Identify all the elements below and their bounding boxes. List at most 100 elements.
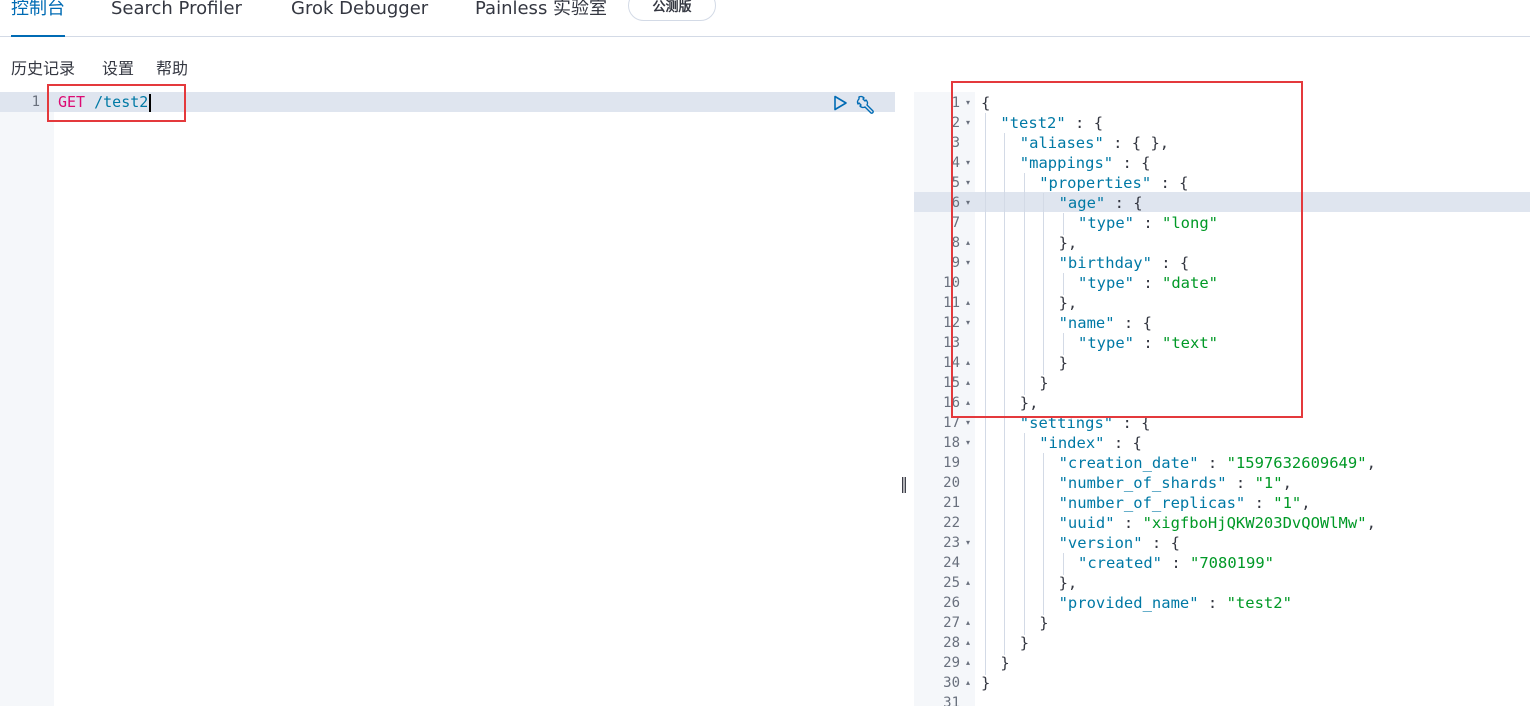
fold-close-icon[interactable]: ▴ (963, 633, 973, 653)
tab-painless-lab[interactable]: Painless 实验室 (475, 0, 607, 36)
response-line: 12 ▾ "name" : { (914, 313, 1530, 333)
response-line-number: 6 (951, 195, 960, 211)
json-punctuation: : (1114, 514, 1143, 532)
request-line[interactable]: GET /test2 (58, 92, 152, 112)
json-key: "uuid" (1058, 514, 1115, 532)
fold-close-icon[interactable]: ▴ (963, 573, 973, 593)
fold-close-icon[interactable]: ▴ (963, 613, 973, 633)
beta-badge: 公测版 (628, 0, 716, 21)
fold-close-icon[interactable]: ▴ (963, 293, 973, 313)
json-key: "index" (1039, 434, 1105, 452)
response-line-number: 12 (943, 315, 960, 331)
response-line-number: 2 (951, 115, 960, 131)
json-punctuation: } (981, 674, 991, 692)
json-punctuation: : (1245, 494, 1274, 512)
json-punctuation: , (1282, 474, 1292, 492)
json-punctuation: : { (1113, 154, 1151, 172)
fold-close-icon[interactable]: ▴ (963, 673, 973, 693)
json-string: "test2" (1226, 594, 1292, 612)
json-key: "created" (1078, 554, 1162, 572)
json-string: "date" (1162, 274, 1218, 292)
play-icon[interactable] (831, 94, 849, 112)
tab-grok-debugger[interactable]: Grok Debugger (291, 0, 428, 36)
fold-close-icon[interactable]: ▴ (963, 353, 973, 373)
fold-open-icon[interactable]: ▾ (963, 93, 973, 113)
json-key: "properties" (1039, 174, 1152, 192)
json-punctuation: }, (1019, 394, 1039, 412)
fold-open-icon[interactable]: ▾ (963, 173, 973, 193)
response-code: } (1000, 653, 1009, 673)
response-line-number: 18 (943, 435, 960, 451)
json-key: "name" (1058, 314, 1115, 332)
response-line-number: 17 (943, 415, 960, 431)
response-line: 22 "uuid" : "xigfboHjQKW203DvQOWlMw", (914, 513, 1530, 533)
response-code: "version" : { (1059, 533, 1180, 553)
response-line-number: 19 (943, 455, 960, 471)
response-line-number: 9 (951, 255, 960, 271)
json-punctuation: : (1134, 214, 1162, 232)
response-code: "uuid" : "xigfboHjQKW203DvQOWlMw", (1059, 513, 1376, 533)
json-punctuation: : { }, (1103, 134, 1170, 152)
json-key: "number_of_replicas" (1058, 494, 1246, 512)
fold-close-icon[interactable]: ▴ (963, 233, 973, 253)
fold-close-icon[interactable]: ▴ (963, 373, 973, 393)
json-punctuation: : (1162, 554, 1190, 572)
response-line-number: 27 (943, 615, 960, 631)
response-code: { (981, 93, 990, 113)
response-viewer[interactable]: 1 ▾{2 ▾ "test2" : {3 "aliases" : { }, 4 ▾ "mapp… (914, 92, 1530, 706)
fold-open-icon[interactable]: ▾ (963, 433, 973, 453)
request-path: /test2 (94, 93, 149, 111)
help-link[interactable]: 帮助 (156, 58, 188, 80)
response-line-number: 1 (951, 95, 960, 111)
response-line: 26 "provided_name" : "test2" (914, 593, 1530, 613)
history-link[interactable]: 历史记录 (11, 58, 75, 80)
fold-open-icon[interactable]: ▾ (963, 413, 973, 433)
json-string: "7080199" (1190, 554, 1274, 572)
response-code: "index" : { (1039, 433, 1142, 453)
response-line: 20 "number_of_shards" : "1", (914, 473, 1530, 493)
json-key: "test2" (1000, 114, 1066, 132)
response-code: } (1020, 633, 1029, 653)
response-code: }, (1059, 573, 1078, 593)
fold-open-icon[interactable]: ▾ (963, 253, 973, 273)
settings-link[interactable]: 设置 (102, 58, 134, 80)
tab-search-profiler[interactable]: Search Profiler (111, 0, 242, 36)
response-code: "settings" : { (1020, 413, 1151, 433)
response-line-number: 21 (943, 495, 960, 511)
fold-open-icon[interactable]: ▾ (963, 153, 973, 173)
response-line: 14 ▴} (914, 353, 1530, 373)
response-line: 28 ▴} (914, 633, 1530, 653)
fold-open-icon[interactable]: ▾ (963, 533, 973, 553)
tab-console[interactable]: 控制台 (11, 0, 65, 37)
response-code: }, (1059, 293, 1078, 313)
json-punctuation: : { (1105, 194, 1143, 212)
json-punctuation: : (1198, 454, 1227, 472)
text-cursor (149, 93, 152, 112)
fold-open-icon[interactable]: ▾ (963, 313, 973, 333)
response-code: "type" : "date" (1078, 273, 1218, 293)
fold-open-icon[interactable]: ▾ (963, 193, 973, 213)
fold-close-icon[interactable]: ▴ (963, 393, 973, 413)
json-key: "settings" (1019, 414, 1114, 432)
json-punctuation: : { (1113, 414, 1151, 432)
json-punctuation: : (1134, 334, 1162, 352)
response-code: "provided_name" : "test2" (1059, 593, 1292, 613)
response-line: 6 ▾ "age" : { (914, 193, 1530, 213)
fold-open-icon[interactable]: ▾ (963, 113, 973, 133)
response-line-number: 4 (951, 155, 960, 171)
response-code: "age" : { (1059, 193, 1143, 213)
response-line-number: 25 (943, 575, 960, 591)
response-code: } (1039, 373, 1048, 393)
json-punctuation: : { (1142, 534, 1180, 552)
json-punctuation: , (1366, 514, 1376, 532)
wrench-icon[interactable] (856, 94, 878, 114)
response-line: 16 ▴}, (914, 393, 1530, 413)
resize-handle-icon[interactable]: ‖ (898, 474, 910, 494)
json-string: "xigfboHjQKW203DvQOWlMw" (1142, 514, 1367, 532)
response-line: 2 ▾ "test2" : { (914, 113, 1530, 133)
request-editor[interactable]: 1 GET /test2 (0, 92, 895, 706)
response-code: "number_of_shards" : "1", (1059, 473, 1292, 493)
fold-close-icon[interactable]: ▴ (963, 653, 973, 673)
json-string: "text" (1162, 334, 1218, 352)
json-string: "long" (1162, 214, 1218, 232)
